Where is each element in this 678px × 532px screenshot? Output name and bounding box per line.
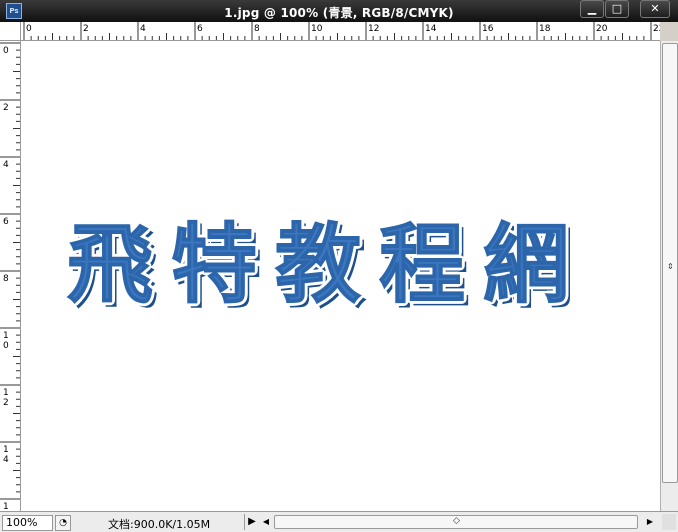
ruler-label: 4	[3, 455, 9, 465]
image-canvas[interactable]: 飛特教程網 飛特教程網 飛特教程網	[21, 41, 660, 511]
ruler-label: 4	[140, 24, 146, 34]
ruler-label: 6	[197, 24, 203, 34]
ruler-label: 6	[3, 217, 9, 227]
artwork-text: 飛特教程網	[67, 215, 587, 315]
resize-grip[interactable]	[662, 514, 676, 530]
document-size-info: 文档:900.0K/1.05M	[108, 518, 211, 531]
vertical-ruler[interactable]: 0246810121416	[0, 41, 21, 511]
ruler-label: 2	[3, 103, 9, 113]
ruler-label: 2	[3, 398, 9, 408]
horizontal-scrollbar[interactable]: ◀ ◇ ▶	[260, 514, 658, 529]
ruler-label: 1	[3, 388, 9, 398]
vertical-scrollbar[interactable]: ⇕	[660, 41, 678, 511]
ruler-label: 16	[482, 24, 494, 34]
ruler-label: 0	[3, 341, 9, 351]
ruler-label: 20	[596, 24, 608, 34]
minimize-button[interactable]: ▁	[580, 0, 604, 18]
ruler-label: 8	[3, 274, 9, 284]
ruler-label: 22	[653, 24, 660, 34]
zoom-level-field[interactable]: 100%	[2, 515, 53, 531]
document-window: Ps 1.jpg @ 100% (青景, RGB/8/CMYK) ▁ □ ✕ 0…	[0, 0, 678, 532]
ruler-label: 8	[254, 24, 260, 34]
ruler-label: 18	[539, 24, 551, 34]
ruler-label: 0	[26, 24, 32, 34]
ruler-label: 12	[368, 24, 379, 34]
scroll-right-icon[interactable]: ▶	[644, 515, 656, 528]
title-bar[interactable]: Ps 1.jpg @ 100% (青景, RGB/8/CMYK) ▁ □ ✕	[0, 0, 678, 22]
status-info-icon[interactable]: ◔	[55, 515, 71, 531]
ruler-origin[interactable]	[0, 22, 21, 41]
window-title: 1.jpg @ 100% (青景, RGB/8/CMYK)	[224, 6, 454, 20]
ruler-label: 1	[3, 502, 9, 511]
ruler-label: 14	[425, 24, 437, 34]
artwork: 飛特教程網 飛特教程網 飛特教程網	[64, 212, 587, 321]
ruler-label: 10	[311, 24, 323, 34]
horizontal-scroll-thumb[interactable]: ◇	[274, 515, 638, 529]
scroll-left-icon[interactable]: ◀	[260, 515, 272, 528]
ruler-label: 1	[3, 331, 9, 341]
scroll-grip-icon: ◇	[453, 516, 460, 526]
horizontal-ruler[interactable]: 0 2 4 6 8 10 12 14 16 18 20 22	[21, 22, 660, 41]
ruler-label: 4	[3, 160, 9, 170]
ruler-label: 1	[3, 445, 9, 455]
maximize-button[interactable]: □	[605, 0, 629, 18]
scroll-grip-icon: ⇕	[667, 262, 674, 271]
ruler-label: 2	[83, 24, 89, 34]
close-button[interactable]: ✕	[640, 0, 670, 18]
ruler-label: 0	[3, 46, 9, 56]
status-bar: 100% ◔ 文档:900.0K/1.05M ▶ ◀ ◇ ▶	[0, 511, 678, 532]
status-menu-arrow[interactable]: ▶	[244, 514, 259, 530]
vertical-scroll-thumb[interactable]: ⇕	[662, 43, 678, 483]
